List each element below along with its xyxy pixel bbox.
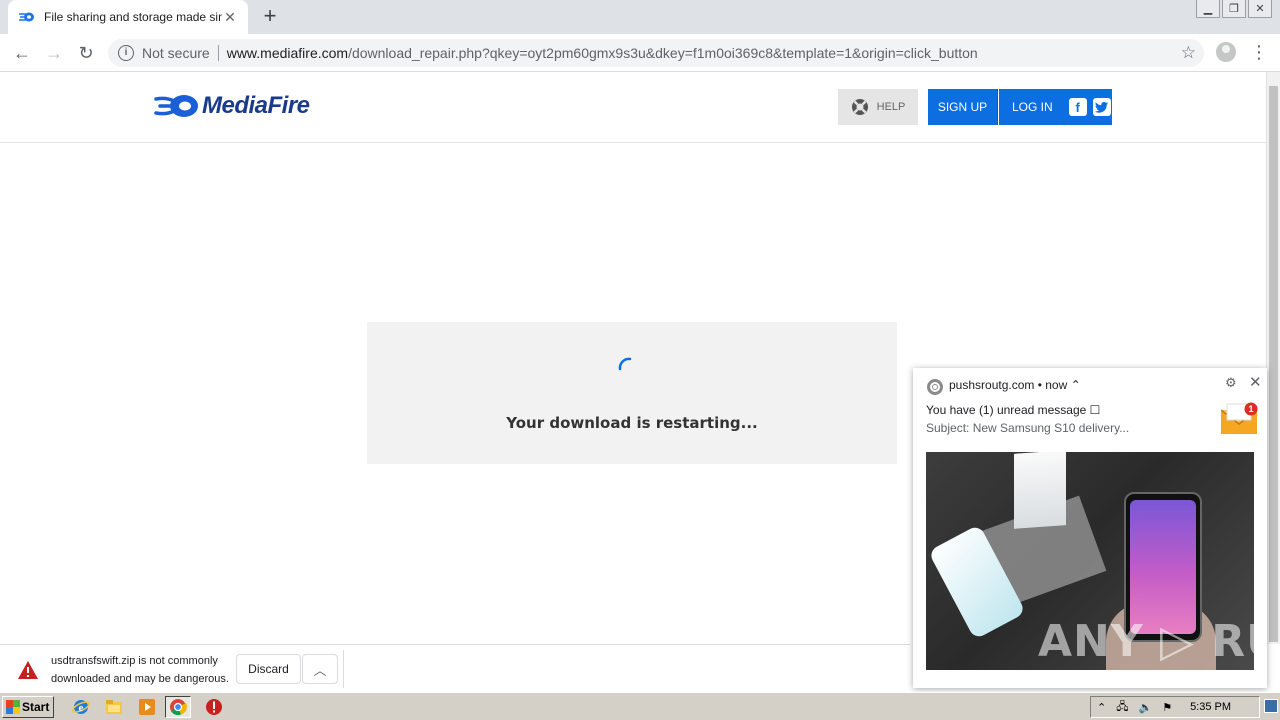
start-label: Start: [22, 700, 50, 714]
mail-envelope-icon: 1: [1221, 402, 1258, 434]
browser-toolbar: ← → ↻ i Not secure www.mediafire.com /do…: [0, 34, 1280, 72]
lifebuoy-icon: [851, 99, 868, 115]
push-notification[interactable]: pushsroutg.com • now ⌃ ⚙ ✕ You have (1) …: [913, 368, 1267, 688]
help-button[interactable]: HELP: [838, 89, 918, 125]
tab-close-icon[interactable]: ✕: [222, 9, 238, 26]
security-alert-icon[interactable]: [205, 698, 223, 716]
svg-text:e: e: [79, 702, 84, 714]
twitter-icon[interactable]: [1092, 98, 1111, 116]
bookmark-star-icon[interactable]: ☆: [1181, 43, 1196, 63]
download-warning-line2: downloaded and may be dangerous.: [51, 673, 229, 685]
gear-icon[interactable]: ⚙: [1225, 375, 1237, 391]
new-tab-button[interactable]: +: [258, 5, 282, 29]
image-phone-screen: [1130, 500, 1196, 634]
notification-image: ANY ▷ RUN: [926, 452, 1254, 670]
tab-title: File sharing and storage made simple: [44, 10, 222, 24]
internet-explorer-icon[interactable]: e: [72, 698, 90, 716]
download-warning-text: usdtransfswift.zip is not commonly downl…: [51, 652, 231, 688]
logo-text: MediaFire: [202, 92, 310, 119]
tray-expand-icon[interactable]: ⌃: [1097, 701, 1106, 714]
profile-avatar-icon[interactable]: [1216, 42, 1236, 62]
address-separator: [217, 45, 219, 61]
file-explorer-icon[interactable]: [105, 698, 123, 716]
log-in-label: LOG IN: [1012, 100, 1053, 114]
info-icon[interactable]: i: [118, 45, 134, 61]
window-close-button[interactable]: ✕: [1248, 0, 1272, 18]
mediafire-logo[interactable]: MediaFire: [154, 92, 310, 120]
scrollbar-thumb[interactable]: [1269, 86, 1278, 642]
anyrun-watermark: ANY ▷ RUN: [1038, 616, 1254, 667]
chrome-icon: [927, 379, 943, 395]
system-tray: ⌃ 🖧 🔈 ⚑ 5:35 PM: [1090, 696, 1260, 718]
volume-icon[interactable]: 🔈: [1138, 701, 1152, 714]
show-desktop-button[interactable]: [1264, 699, 1278, 713]
notification-source: pushsroutg.com • now ⌃: [949, 378, 1081, 392]
security-label: Not secure: [142, 45, 210, 61]
discard-button[interactable]: Discard: [236, 654, 301, 684]
chrome-taskbar-icon: [170, 699, 187, 716]
url-path: /download_repair.php?qkey=oyt2pm60gmx9s3…: [348, 45, 978, 61]
log-in-button[interactable]: LOG IN f: [999, 89, 1112, 125]
kebab-menu-icon[interactable]: ⋮: [1250, 42, 1268, 62]
download-shelf: usdtransfswift.zip is not commonly downl…: [0, 644, 910, 692]
tab-active[interactable]: File sharing and storage made simple ✕: [8, 0, 248, 34]
sign-up-button[interactable]: SIGN UP: [928, 89, 998, 125]
help-label: HELP: [876, 101, 906, 113]
forward-arrow-icon[interactable]: →: [42, 41, 66, 65]
download-restart-panel: Your download is restarting...: [367, 322, 897, 464]
network-icon[interactable]: 🖧: [1116, 698, 1128, 717]
clock[interactable]: 5:35 PM: [1190, 701, 1231, 713]
status-message: Your download is restarting...: [506, 414, 758, 432]
close-icon[interactable]: ✕: [1249, 373, 1262, 391]
notification-subject: Subject: New Samsung S10 delivery...: [926, 421, 1130, 435]
page-scrollbar[interactable]: [1266, 72, 1280, 644]
download-divider: [343, 650, 344, 688]
tab-strip: File sharing and storage made simple ✕ +…: [0, 0, 1280, 34]
url-host: www.mediafire.com: [226, 45, 349, 61]
minimize-button[interactable]: ▁: [1196, 0, 1220, 18]
reload-icon[interactable]: ↻: [74, 41, 98, 65]
restore-button[interactable]: ❐: [1222, 0, 1246, 18]
mediafire-favicon-icon: [18, 8, 36, 26]
site-header: MediaFire HELP SIGN UP LOG IN f: [0, 72, 1266, 143]
chevron-up-icon[interactable]: ︿: [302, 654, 338, 684]
warning-icon: [18, 661, 38, 679]
action-center-flag-icon[interactable]: ⚑: [1162, 701, 1172, 714]
facebook-icon[interactable]: f: [1068, 98, 1087, 116]
address-bar[interactable]: i Not secure www.mediafire.com /download…: [108, 39, 1204, 67]
start-button[interactable]: Start: [2, 696, 54, 718]
loading-spinner-icon: [618, 357, 632, 371]
windows-taskbar: Start e ⌃ 🖧 🔈 ⚑ 5:35 PM: [0, 692, 1280, 720]
window-controls: ▁ ❐ ✕: [1196, 0, 1272, 18]
back-arrow-icon[interactable]: ←: [10, 41, 34, 65]
windows-logo-icon: [6, 700, 20, 714]
mediafire-flame-icon: [154, 95, 198, 117]
image-white-phone-standing: [1014, 452, 1066, 529]
chrome-taskbar-button[interactable]: [165, 696, 191, 718]
notification-title: You have (1) unread message ☐: [926, 403, 1101, 417]
download-warning-line1: usdtransfswift.zip is not commonly: [51, 655, 218, 667]
media-player-icon[interactable]: [138, 698, 156, 716]
notification-badge: 1: [1248, 404, 1253, 414]
